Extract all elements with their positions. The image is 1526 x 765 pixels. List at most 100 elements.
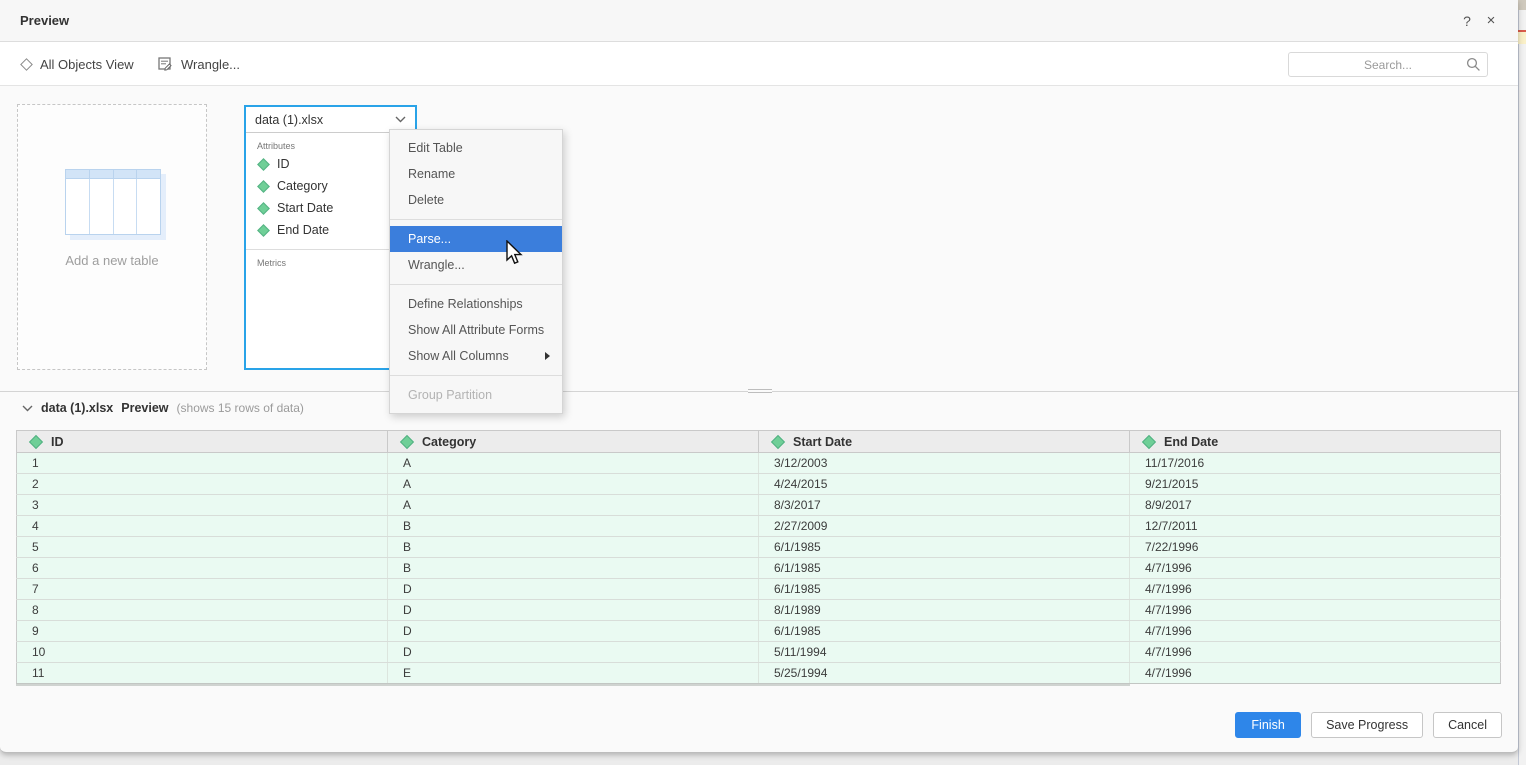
menu-separator [390, 375, 562, 376]
table-cell: 2 [17, 474, 388, 495]
table-cell: D [388, 621, 759, 642]
table-cell: 3/12/2003 [759, 453, 1130, 474]
column-header-start-date[interactable]: Start Date [759, 431, 1130, 453]
attribute-label: Start Date [277, 201, 333, 215]
dialog-toolbar: All Objects View Wrangle... [0, 42, 1518, 86]
table-row[interactable]: 10D5/11/19944/7/1996 [17, 642, 1501, 663]
attribute-diamond-icon [400, 434, 414, 448]
menu-item-delete[interactable]: Delete [390, 187, 562, 213]
tables-canvas: Add a new table data (1).xlsx Attributes… [0, 86, 1518, 392]
attribute-diamond-icon [771, 434, 785, 448]
wrangle-icon [158, 57, 172, 71]
table-cell: A [388, 474, 759, 495]
wrangle-button[interactable]: Wrangle... [158, 42, 240, 86]
wrangle-label: Wrangle... [181, 57, 240, 72]
table-cell: B [388, 558, 759, 579]
table-cell: 7/22/1996 [1130, 537, 1501, 558]
menu-item-wrangle[interactable]: Wrangle... [390, 252, 562, 278]
column-header-id[interactable]: ID [17, 431, 388, 453]
splitter-drag-handle[interactable] [748, 387, 772, 395]
attribute-diamond-icon [257, 180, 270, 193]
table-cell: 4/7/1996 [1130, 663, 1501, 684]
column-header-category[interactable]: Category [388, 431, 759, 453]
finish-button[interactable]: Finish [1235, 712, 1301, 738]
table-cell: 4/24/2015 [759, 474, 1130, 495]
dialog-titlebar: Preview ? × [0, 0, 1518, 42]
preview-row-count-note: (shows 15 rows of data) [177, 401, 304, 415]
column-header-label: Category [422, 435, 476, 449]
table-cell: B [388, 516, 759, 537]
all-objects-view-button[interactable]: All Objects View [22, 42, 134, 86]
table-cell: 4/7/1996 [1130, 558, 1501, 579]
menu-item-edit-table[interactable]: Edit Table [390, 135, 562, 161]
table-cell: 11/17/2016 [1130, 453, 1501, 474]
attribute-diamond-icon [257, 224, 270, 237]
table-cell: 4 [17, 516, 388, 537]
table-cell: 6/1/1985 [759, 621, 1130, 642]
table-row[interactable]: 4B2/27/200912/7/2011 [17, 516, 1501, 537]
column-header-label: ID [51, 435, 64, 449]
menu-item-parse[interactable]: Parse... [390, 226, 562, 252]
menu-item-show-all-attribute-forms[interactable]: Show All Attribute Forms [390, 317, 562, 343]
table-row[interactable]: 1A3/12/200311/17/2016 [17, 453, 1501, 474]
table-cell: 8/3/2017 [759, 495, 1130, 516]
menu-item-label: Show All Columns [408, 343, 545, 369]
menu-separator [390, 284, 562, 285]
table-header-row: ID Category Start Date End Date [17, 431, 1501, 453]
menu-item-define-relationships[interactable]: Define Relationships [390, 291, 562, 317]
menu-item-label: Edit Table [408, 135, 562, 161]
menu-item-label: Delete [408, 187, 562, 213]
table-row[interactable]: 8D8/1/19894/7/1996 [17, 600, 1501, 621]
table-row[interactable]: 9D6/1/19854/7/1996 [17, 621, 1501, 642]
table-placeholder-icon [65, 169, 161, 235]
cancel-button[interactable]: Cancel [1433, 712, 1502, 738]
preview-table-name: data (1).xlsx [41, 401, 113, 415]
menu-item-label: Wrangle... [408, 252, 562, 278]
help-icon[interactable]: ? [1458, 12, 1476, 30]
attribute-label: Category [277, 179, 328, 193]
menu-item-show-all-columns[interactable]: Show All Columns [390, 343, 562, 369]
column-header-end-date[interactable]: End Date [1130, 431, 1501, 453]
attribute-diamond-icon [29, 434, 43, 448]
table-row[interactable]: 5B6/1/19857/22/1996 [17, 537, 1501, 558]
table-row[interactable]: 7D6/1/19854/7/1996 [17, 579, 1501, 600]
search-input[interactable] [1288, 52, 1488, 77]
table-row[interactable]: 6B6/1/19854/7/1996 [17, 558, 1501, 579]
table-cell: 6/1/1985 [759, 558, 1130, 579]
save-progress-button[interactable]: Save Progress [1311, 712, 1423, 738]
preview-data-table: ID Category Start Date End Date 1A3/12/2003… [16, 430, 1501, 684]
attribute-diamond-icon [257, 202, 270, 215]
collapse-chevron-icon[interactable] [22, 405, 33, 412]
search-box [1288, 52, 1488, 77]
table-cell: 9 [17, 621, 388, 642]
preview-dialog: Preview ? × All Objects View Wrangle... [0, 0, 1518, 753]
table-cell: D [388, 579, 759, 600]
table-row[interactable]: 3A8/3/20178/9/2017 [17, 495, 1501, 516]
chevron-down-icon [395, 116, 406, 123]
table-cell: 8/1/1989 [759, 600, 1130, 621]
table-cell: 4/7/1996 [1130, 642, 1501, 663]
horizontal-scrollbar-track[interactable] [16, 684, 1130, 686]
search-icon[interactable] [1466, 57, 1481, 72]
all-objects-view-label: All Objects View [40, 57, 134, 72]
column-header-label: End Date [1164, 435, 1218, 449]
table-row[interactable]: 11E5/25/19944/7/1996 [17, 663, 1501, 684]
menu-item-label: Parse... [408, 226, 562, 252]
menu-item-label: Show All Attribute Forms [408, 317, 562, 343]
table-cell: 11 [17, 663, 388, 684]
attribute-diamond-icon [1142, 434, 1156, 448]
table-cell: 5 [17, 537, 388, 558]
menu-item-label: Group Partition [408, 382, 562, 408]
table-cell: 9/21/2015 [1130, 474, 1501, 495]
table-cell: 1 [17, 453, 388, 474]
menu-item-rename[interactable]: Rename [390, 161, 562, 187]
close-icon[interactable]: × [1482, 12, 1500, 30]
table-cell: 5/11/1994 [759, 642, 1130, 663]
table-cell: A [388, 495, 759, 516]
table-card-name: data (1).xlsx [255, 113, 395, 127]
table-placeholder-header [66, 170, 160, 179]
add-new-table-dropzone[interactable]: Add a new table [17, 104, 207, 370]
table-cell: 6/1/1985 [759, 579, 1130, 600]
table-row[interactable]: 2A4/24/20159/21/2015 [17, 474, 1501, 495]
table-cell: 6/1/1985 [759, 537, 1130, 558]
